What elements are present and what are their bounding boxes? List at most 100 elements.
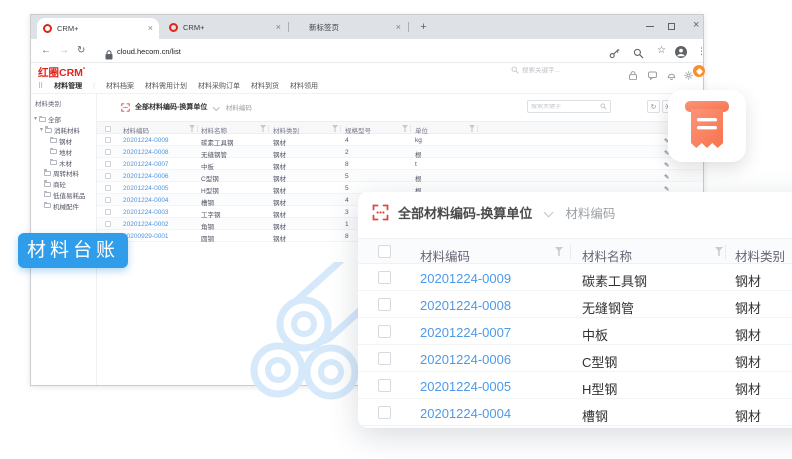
column-filter-icon[interactable] — [260, 125, 266, 132]
column-filter-icon[interactable] — [469, 125, 475, 132]
tab-crm-2[interactable]: CRM+ — [163, 15, 287, 39]
menu-item[interactable]: 材料领用 — [290, 81, 318, 91]
select-all-checkbox[interactable] — [105, 126, 111, 132]
forward-icon[interactable] — [59, 45, 69, 57]
tab-close-icon[interactable] — [148, 24, 153, 33]
cell-material-code[interactable]: 20200929-0001 — [123, 233, 169, 240]
cell-material-category: 钢材 — [273, 173, 286, 183]
tab-crm-1[interactable]: CRM+ — [37, 18, 159, 39]
bookmark-star-icon[interactable] — [657, 46, 666, 56]
back-icon[interactable] — [41, 45, 51, 57]
tree-item[interactable]: 木材 — [31, 157, 96, 168]
tree-item[interactable]: 消耗材料 — [31, 125, 96, 136]
cell-material-code[interactable]: 20201224-0004 — [420, 406, 511, 421]
edit-icon[interactable] — [664, 161, 669, 169]
cell-material-name: 角钢 — [201, 221, 214, 231]
tree-item[interactable]: 钢材 — [31, 136, 96, 147]
tab-close-icon[interactable] — [396, 23, 401, 32]
cell-material-code[interactable]: 20201224-0006 — [420, 352, 511, 367]
tree-item[interactable]: 低值易耗品 — [31, 190, 96, 201]
tree-item[interactable]: 地材 — [31, 146, 96, 157]
row-checkbox[interactable] — [105, 137, 111, 143]
table-row[interactable]: 20201224-0007中板钢材 — [358, 318, 792, 345]
https-lock-icon[interactable] — [105, 47, 113, 65]
table-row[interactable]: 20201224-0008无缝钢管钢材 — [358, 291, 792, 318]
cell-material-code[interactable]: 20201224-0007 — [420, 325, 511, 340]
cell-material-code[interactable]: 20201224-0004 — [123, 197, 169, 204]
table-row[interactable]: 20201224-0006C型钢钢材 — [358, 345, 792, 372]
row-checkbox[interactable] — [378, 379, 391, 392]
overlay-view-switcher[interactable]: 全部材料编码-换算单位 材料编码 — [372, 203, 615, 222]
global-search-input[interactable] — [522, 67, 596, 74]
tree-item[interactable]: 周转材料 — [31, 168, 96, 179]
maximize-button[interactable] — [668, 23, 675, 30]
menu-item[interactable]: 材料采购订单 — [198, 81, 240, 91]
browser-menu-icon[interactable] — [697, 46, 706, 56]
row-checkbox[interactable] — [105, 221, 111, 227]
cell-material-code[interactable]: 20201224-0003 — [123, 209, 169, 216]
tree-item[interactable]: 商砼 — [31, 179, 96, 190]
tab-close-icon[interactable] — [276, 23, 281, 32]
table-row[interactable]: 20201224-0006C型钢钢材5根 — [97, 170, 703, 182]
tab-newtab[interactable]: 新标签页 — [289, 15, 407, 39]
row-checkbox[interactable] — [378, 271, 391, 284]
reload-icon[interactable] — [77, 45, 85, 57]
url-text[interactable]: cloud.hecom.cn/list — [117, 47, 181, 56]
cell-material-code[interactable]: 20201224-0007 — [123, 161, 169, 168]
table-row[interactable]: 20201224-0009碳素工具钢钢材4kg — [97, 134, 703, 146]
edit-icon[interactable] — [664, 173, 669, 181]
sidebar-title: 材料类别 — [31, 98, 96, 108]
refresh-button[interactable] — [647, 100, 660, 113]
list-search-input[interactable] — [531, 104, 600, 110]
menu-item[interactable]: 材料需用计划 — [145, 81, 187, 91]
profile-avatar[interactable] — [675, 45, 687, 63]
cell-material-code[interactable]: 20201224-0008 — [123, 149, 169, 156]
row-checkbox[interactable] — [105, 197, 111, 203]
table-row[interactable]: 20201224-0005H型钢钢材 — [358, 372, 792, 399]
cell-material-name: 无缝钢管 — [582, 298, 634, 317]
select-all-checkbox[interactable] — [378, 245, 391, 258]
cell-material-code[interactable]: 20201224-0009 — [123, 137, 169, 144]
column-filter-icon[interactable] — [189, 125, 195, 132]
menu-item-primary[interactable]: 材料管理 — [54, 81, 82, 91]
zoom-icon[interactable] — [633, 46, 644, 64]
apps-grid-icon[interactable] — [38, 82, 43, 90]
row-checkbox[interactable] — [105, 185, 111, 191]
row-checkbox[interactable] — [378, 406, 391, 419]
table-row[interactable]: 20201224-0008无缝钢管钢材2根 — [97, 146, 703, 158]
table-row[interactable]: 20201224-0004槽钢钢材 — [358, 399, 792, 426]
row-checkbox[interactable] — [105, 209, 111, 215]
row-checkbox[interactable] — [378, 325, 391, 338]
key-icon[interactable] — [609, 46, 620, 64]
row-checkbox[interactable] — [105, 149, 111, 155]
column-header: 材料编码 — [420, 246, 470, 265]
menu-item[interactable]: 材料档案 — [106, 81, 134, 91]
tree-item[interactable]: 全部 — [31, 114, 96, 125]
cell-spec: 4 — [345, 197, 349, 204]
column-filter-icon[interactable] — [555, 247, 563, 256]
cell-material-code[interactable]: 20201224-0005 — [123, 185, 169, 192]
new-tab-button[interactable] — [417, 21, 430, 34]
tree-item[interactable]: 机械配件 — [31, 200, 96, 211]
cell-material-code[interactable]: 20201224-0008 — [420, 298, 511, 313]
cell-material-code[interactable]: 20201224-0006 — [123, 173, 169, 180]
view-switcher[interactable]: 全部材料编码-换算单位 材料编码 — [121, 102, 252, 112]
crm-logo[interactable]: 红圈CRM° — [38, 65, 85, 80]
user-avatar[interactable] — [693, 65, 705, 77]
column-filter-icon[interactable] — [332, 125, 338, 132]
cell-material-code[interactable]: 20201224-0002 — [123, 221, 169, 228]
close-button[interactable] — [693, 19, 699, 31]
row-checkbox[interactable] — [378, 298, 391, 311]
row-checkbox[interactable] — [378, 352, 391, 365]
cell-material-code[interactable]: 20201224-0009 — [420, 271, 511, 286]
table-row[interactable]: 20201224-0007中板钢材8t — [97, 158, 703, 170]
minimize-button[interactable] — [646, 26, 654, 27]
row-checkbox[interactable] — [105, 173, 111, 179]
table-row[interactable]: 20201224-0009碳素工具钢钢材 — [358, 264, 792, 291]
cell-spec: 5 — [345, 173, 349, 180]
column-filter-icon[interactable] — [402, 125, 408, 132]
column-filter-icon[interactable] — [715, 247, 723, 256]
row-checkbox[interactable] — [105, 161, 111, 167]
cell-material-code[interactable]: 20201224-0005 — [420, 379, 511, 394]
menu-item[interactable]: 材料到货 — [251, 81, 279, 91]
